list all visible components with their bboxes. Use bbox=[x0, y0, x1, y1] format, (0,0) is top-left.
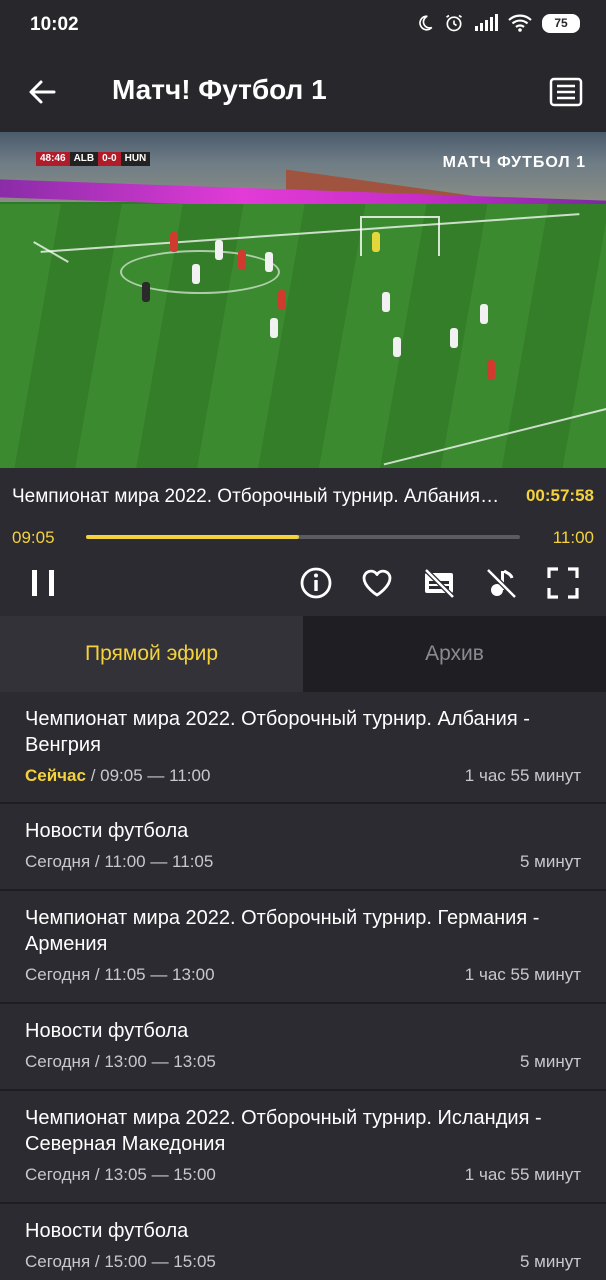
program-title: Чемпионат мира 2022. Отборочный турнир. … bbox=[25, 708, 530, 756]
channel-logo: МАТЧ ФУТБОЛ 1 bbox=[442, 154, 586, 171]
player bbox=[238, 250, 246, 270]
program-title: Новости футбола bbox=[25, 820, 189, 842]
program-progress-bar[interactable] bbox=[86, 535, 520, 539]
program-time: Сейчас / 09:05 — 11:00 bbox=[25, 766, 210, 786]
player bbox=[142, 282, 150, 302]
info-icon bbox=[300, 567, 332, 599]
program-title: Чемпионат мира 2022. Отборочный турнир. … bbox=[25, 1107, 542, 1155]
moon-icon bbox=[416, 14, 434, 32]
program-meta: Сегодня / 15:00 — 15:05 5 минут bbox=[25, 1252, 581, 1280]
program-time: Сегодня / 15:00 — 15:05 bbox=[25, 1252, 216, 1271]
fullscreen-button[interactable] bbox=[546, 566, 580, 600]
tab-live[interactable]: Прямой эфир bbox=[0, 616, 303, 692]
back-arrow-icon bbox=[29, 80, 56, 104]
program-meta: Сегодня / 11:00 — 11:05 5 минут bbox=[25, 852, 581, 884]
subtitles-off-icon bbox=[424, 568, 455, 599]
player bbox=[215, 240, 223, 260]
program-duration: 1 час 55 минут bbox=[464, 965, 581, 984]
program-duration: 5 минут bbox=[519, 852, 581, 871]
player bbox=[265, 252, 273, 272]
alarm-icon bbox=[444, 13, 464, 33]
player bbox=[170, 232, 178, 252]
list-item[interactable]: Новости футбола Сегодня / 11:00 — 11:05 … bbox=[0, 804, 606, 891]
program-duration: 1 час 55 минут bbox=[464, 766, 581, 785]
player bbox=[192, 264, 200, 284]
program-start-time: 09:05 bbox=[12, 528, 55, 547]
now-playing-panel: Чемпионат мира 2022. Отборочный турнир. … bbox=[0, 468, 606, 616]
signal-icon bbox=[474, 14, 498, 32]
info-button[interactable] bbox=[299, 566, 333, 600]
match-clock: 48:46 bbox=[36, 152, 70, 166]
program-time: Сегодня / 11:05 — 13:00 bbox=[25, 965, 215, 984]
program-guide-icon bbox=[549, 77, 583, 107]
status-icons: 75 bbox=[416, 13, 580, 33]
fullscreen-icon bbox=[547, 567, 579, 599]
player bbox=[487, 360, 495, 380]
schedule-list: Чемпионат мира 2022. Отборочный турнир. … bbox=[0, 692, 606, 1280]
app-bar: Матч! Футбол 1 bbox=[0, 52, 606, 132]
program-end-time: 11:00 bbox=[552, 528, 594, 547]
player bbox=[278, 290, 286, 310]
audio-track-button[interactable] bbox=[484, 566, 518, 600]
score-bug: 48:46 ALB 0-0 HUN bbox=[36, 152, 151, 166]
status-bar: 10:02 75 bbox=[0, 0, 606, 52]
back-button[interactable] bbox=[22, 72, 62, 112]
goalkeeper bbox=[372, 232, 380, 252]
wifi-icon bbox=[508, 14, 532, 32]
player bbox=[270, 318, 278, 338]
pause-icon bbox=[32, 570, 54, 596]
program-time-range: / 09:05 — 11:00 bbox=[85, 766, 211, 785]
program-title: Новости футбола bbox=[25, 1220, 189, 1242]
player bbox=[450, 328, 458, 348]
pause-button[interactable] bbox=[26, 566, 60, 600]
match-score: 0-0 bbox=[98, 152, 121, 166]
program-duration: 1 час 55 минут bbox=[464, 1165, 581, 1184]
home-team: ALB bbox=[69, 152, 99, 166]
program-duration: 5 минут bbox=[519, 1052, 581, 1071]
subtitles-button[interactable] bbox=[422, 566, 456, 600]
player bbox=[382, 292, 390, 312]
away-team: HUN bbox=[120, 152, 151, 166]
program-meta: Сейчас / 09:05 — 11:00 1 час 55 минут bbox=[25, 766, 581, 798]
battery-indicator: 75 bbox=[542, 13, 580, 33]
player bbox=[480, 304, 488, 324]
elapsed-time: 00:57:58 bbox=[525, 486, 594, 505]
favorite-button[interactable] bbox=[360, 566, 394, 600]
program-guide-button[interactable] bbox=[546, 72, 586, 112]
list-item[interactable]: Чемпионат мира 2022. Отборочный турнир. … bbox=[0, 1091, 606, 1204]
program-meta: Сегодня / 13:00 — 13:05 5 минут bbox=[25, 1052, 581, 1084]
program-time: Сегодня / 13:05 — 15:00 bbox=[25, 1165, 216, 1184]
program-title: Новости футбола bbox=[25, 1020, 189, 1042]
program-meta: Сегодня / 13:05 — 15:00 1 час 55 минут bbox=[25, 1165, 581, 1197]
list-item[interactable]: Новости футбола Сегодня / 13:00 — 13:05 … bbox=[0, 1004, 606, 1091]
schedule-tabs: Прямой эфир Архив bbox=[0, 616, 606, 692]
heart-icon bbox=[362, 569, 392, 597]
program-duration: 5 минут bbox=[519, 1252, 581, 1271]
list-item[interactable]: Чемпионат мира 2022. Отборочный турнир. … bbox=[0, 692, 606, 804]
audio-off-icon bbox=[486, 568, 517, 599]
program-meta: Сегодня / 11:05 — 13:00 1 час 55 минут bbox=[25, 965, 581, 997]
now-playing-title: Чемпионат мира 2022. Отборочный турнир. … bbox=[12, 486, 500, 507]
program-time: Сегодня / 11:00 — 11:05 bbox=[25, 852, 214, 871]
player bbox=[393, 337, 401, 357]
list-item[interactable]: Новости футбола Сегодня / 15:00 — 15:05 … bbox=[0, 1204, 606, 1280]
video-player[interactable]: 48:46 ALB 0-0 HUN МАТЧ ФУТБОЛ 1 bbox=[0, 132, 606, 468]
program-title: Чемпионат мира 2022. Отборочный турнир. … bbox=[25, 907, 540, 955]
now-label: Сейчас bbox=[25, 766, 86, 785]
channel-title: Матч! Футбол 1 bbox=[112, 74, 327, 105]
list-item[interactable]: Чемпионат мира 2022. Отборочный турнир. … bbox=[0, 891, 606, 1004]
tab-archive[interactable]: Архив bbox=[303, 616, 606, 692]
video-pitch bbox=[0, 204, 606, 468]
program-time: Сегодня / 13:00 — 13:05 bbox=[25, 1052, 216, 1071]
progress-fill bbox=[86, 535, 299, 539]
status-time: 10:02 bbox=[30, 14, 79, 35]
